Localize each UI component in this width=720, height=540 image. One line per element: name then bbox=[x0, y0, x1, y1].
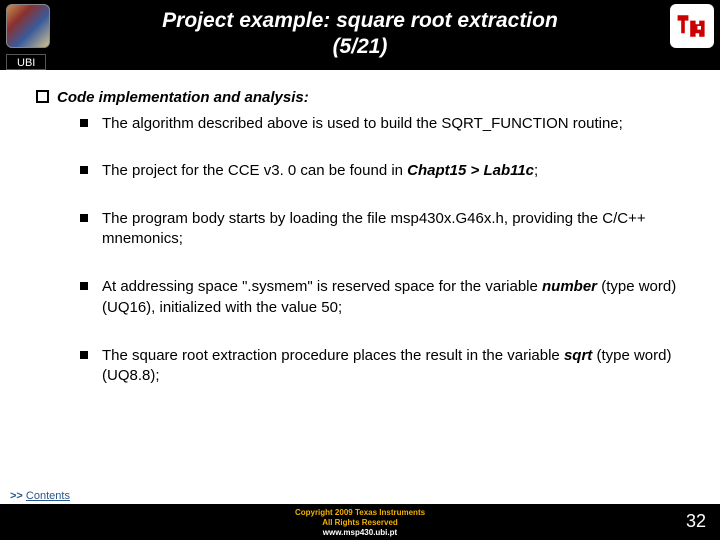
bullet-item-3: The program body starts by loading the f… bbox=[80, 209, 688, 250]
square-bullet-icon bbox=[80, 351, 88, 359]
copyright-line-1: Copyright 2009 Texas Instruments bbox=[295, 508, 425, 518]
bullet-text: The square root extraction procedure pla… bbox=[102, 347, 564, 364]
contents-link[interactable]: >> Contents bbox=[10, 490, 70, 502]
square-bullet-icon bbox=[80, 282, 88, 290]
bullet-heading: Code implementation and analysis: bbox=[36, 88, 688, 108]
contents-label: Contents bbox=[26, 490, 70, 502]
slide-content: Code implementation and analysis: The al… bbox=[0, 70, 720, 386]
bullet-item-5: The square root extraction procedure pla… bbox=[80, 346, 688, 387]
arrow-icon: >> bbox=[10, 490, 23, 502]
bullet-item-4: At addressing space ".sysmem" is reserve… bbox=[80, 277, 688, 318]
bullet-text: The program body starts by loading the f… bbox=[102, 210, 646, 247]
square-bullet-icon bbox=[36, 90, 49, 103]
slide-header: Project example: square root extraction … bbox=[0, 0, 720, 70]
square-bullet-icon bbox=[80, 166, 88, 174]
square-bullet-icon bbox=[80, 119, 88, 127]
slide-title: Project example: square root extraction … bbox=[50, 8, 670, 61]
title-line-1: Project example: square root extraction bbox=[162, 9, 558, 32]
bullet-item-1: The algorithm described above is used to… bbox=[80, 114, 688, 134]
page-number: 32 bbox=[686, 511, 706, 532]
ti-logo bbox=[670, 4, 714, 48]
bullet-text: The project for the CCE v3. 0 can be fou… bbox=[102, 162, 407, 179]
website-url: www.msp430.ubi.pt bbox=[295, 528, 425, 538]
slide-footer: Copyright 2009 Texas Instruments All Rig… bbox=[0, 504, 720, 540]
bullet-text: At addressing space ".sysmem" is reserve… bbox=[102, 278, 542, 295]
bullet-strong: number bbox=[542, 278, 597, 295]
square-bullet-icon bbox=[80, 214, 88, 222]
copyright-block: Copyright 2009 Texas Instruments All Rig… bbox=[295, 508, 425, 538]
bullet-text: ; bbox=[534, 162, 538, 179]
title-line-2: (5/21) bbox=[333, 35, 388, 58]
bullet-text: The algorithm described above is used to… bbox=[102, 115, 623, 132]
bullet-strong: Chapt15 > Lab11c bbox=[407, 162, 534, 179]
copyright-line-2: All Rights Reserved bbox=[295, 518, 425, 528]
ubi-label: UBI bbox=[6, 54, 46, 70]
bullet-item-2: The project for the CCE v3. 0 can be fou… bbox=[80, 161, 688, 181]
bullet-strong: sqrt bbox=[564, 347, 592, 364]
heading-text: Code implementation and analysis: bbox=[57, 89, 309, 106]
ubi-crest-logo bbox=[6, 4, 50, 48]
